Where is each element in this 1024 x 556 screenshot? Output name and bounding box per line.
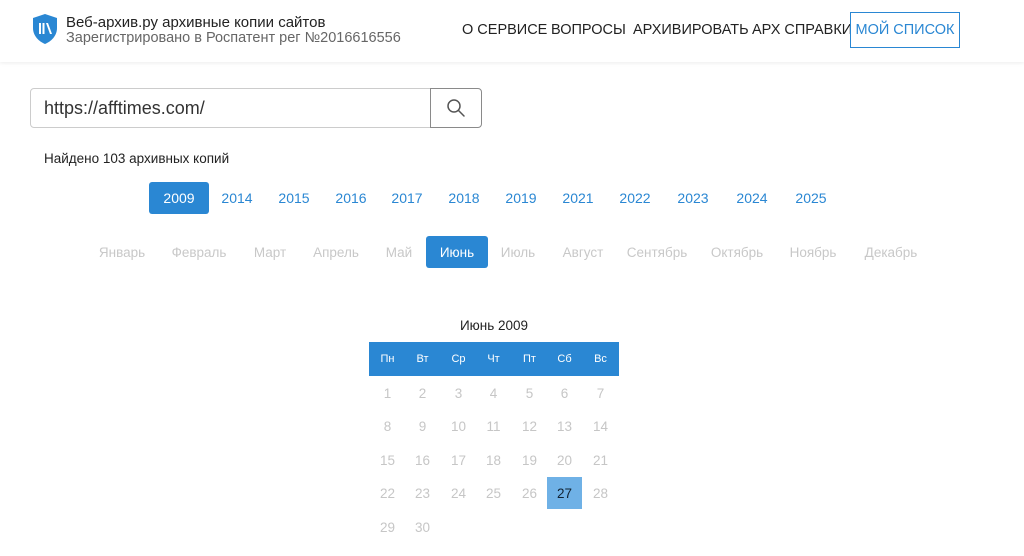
year-2017[interactable]: 2017 <box>391 182 423 214</box>
nav-about[interactable]: О СЕРВИСЕ <box>462 22 547 38</box>
calendar-day: 26 <box>521 485 538 501</box>
calendar-day: 1 <box>383 385 392 401</box>
weekday-tue: Вт <box>416 353 429 365</box>
month-september: Сентябрь <box>626 244 688 260</box>
calendar-day: 4 <box>489 385 498 401</box>
calendar-day: 24 <box>450 485 467 501</box>
calendar-day: 14 <box>592 418 609 434</box>
calendar-day: 25 <box>485 485 502 501</box>
nav-questions[interactable]: ВОПРОСЫ <box>551 22 626 38</box>
calendar-day: 19 <box>521 452 538 468</box>
weekday-sun: Вс <box>594 353 607 365</box>
year-2024[interactable]: 2024 <box>736 182 768 214</box>
calendar-day: 12 <box>521 418 538 434</box>
month-october: Октябрь <box>710 244 764 260</box>
calendar-day: 11 <box>486 418 501 434</box>
month-april: Апрель <box>313 244 359 260</box>
month-march: Март <box>253 244 287 260</box>
month-january: Январь <box>98 244 146 260</box>
calendar-day: 22 <box>379 485 396 501</box>
year-2009[interactable]: 2009 <box>149 182 209 214</box>
calendar-day-active[interactable]: 27 <box>547 477 582 509</box>
year-2015[interactable]: 2015 <box>278 182 310 214</box>
calendar-day: 29 <box>379 519 396 535</box>
month-june[interactable]: Июнь <box>426 236 488 268</box>
year-2025[interactable]: 2025 <box>795 182 827 214</box>
calendar-title: Июнь 2009 <box>459 318 529 333</box>
month-august: Август <box>562 244 604 260</box>
calendar-day: 7 <box>596 385 605 401</box>
found-count-text: Найдено 103 архивных копий <box>44 151 230 166</box>
calendar-day: 17 <box>450 452 467 468</box>
calendar-day: 21 <box>592 452 609 468</box>
brand-subtitle: Зарегистрировано в Роспатент рег №201661… <box>66 30 401 46</box>
weekday-wed: Ср <box>451 353 466 365</box>
month-february: Февраль <box>171 244 227 260</box>
nav-archive[interactable]: АРХИВИРОВАТЬ <box>633 22 749 38</box>
site-header: Веб-архив.ру архивные копии сайтов Зарег… <box>0 0 1024 62</box>
year-2018[interactable]: 2018 <box>448 182 480 214</box>
month-december: Декабрь <box>864 244 918 260</box>
search-icon <box>447 99 465 117</box>
calendar-day: 15 <box>379 452 396 468</box>
month-july: Июль <box>500 244 536 260</box>
year-2023[interactable]: 2023 <box>677 182 709 214</box>
month-november: Ноябрь <box>789 244 837 260</box>
calendar-day: 8 <box>383 418 392 434</box>
year-2022[interactable]: 2022 <box>619 182 651 214</box>
calendar-day: 6 <box>560 385 569 401</box>
month-may: Май <box>385 244 413 260</box>
my-list-button[interactable]: МОЙ СПИСОК <box>850 12 960 48</box>
calendar-day: 2 <box>418 385 427 401</box>
shield-logo-icon[interactable] <box>32 13 58 45</box>
search-button[interactable] <box>430 88 482 128</box>
calendar-day: 10 <box>450 418 467 434</box>
calendar-day: 16 <box>414 452 431 468</box>
weekday-fri: Пт <box>523 353 536 365</box>
calendar-day: 3 <box>454 385 463 401</box>
calendar-day: 18 <box>485 452 502 468</box>
calendar-day: 28 <box>592 485 609 501</box>
brand-title[interactable]: Веб-архив.ру архивные копии сайтов <box>66 14 325 31</box>
nav-references[interactable]: АРХ СПРАВКИ <box>752 22 852 38</box>
weekday-thu: Чт <box>487 353 500 365</box>
year-2014[interactable]: 2014 <box>221 182 253 214</box>
calendar-day: 13 <box>556 418 573 434</box>
calendar-day: 20 <box>556 452 573 468</box>
calendar-day: 5 <box>525 385 534 401</box>
year-2019[interactable]: 2019 <box>505 182 537 214</box>
calendar-day: 30 <box>414 519 431 535</box>
year-2016[interactable]: 2016 <box>335 182 367 214</box>
calendar-day: 23 <box>414 485 431 501</box>
weekday-mon: Пн <box>380 353 395 365</box>
weekday-sat: Сб <box>557 353 572 365</box>
calendar-day: 9 <box>418 418 427 434</box>
url-search-input[interactable] <box>30 88 432 128</box>
year-2021[interactable]: 2021 <box>562 182 594 214</box>
